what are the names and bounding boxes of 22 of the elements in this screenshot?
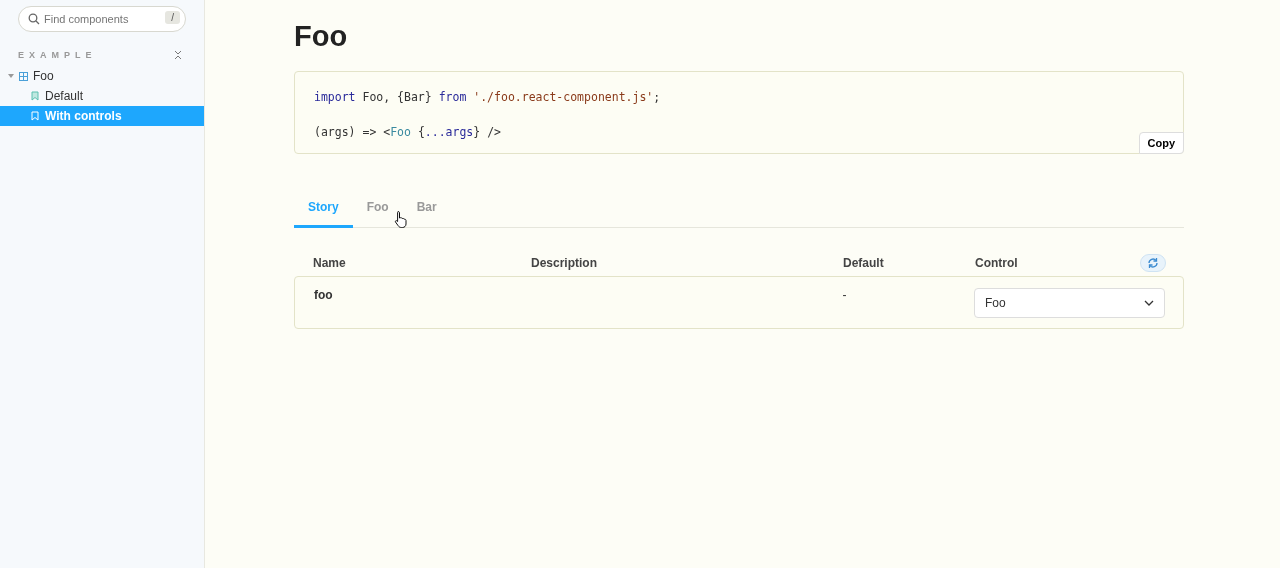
copy-button[interactable]: Copy xyxy=(1138,132,1184,154)
collapse-icon[interactable] xyxy=(174,50,182,60)
code-line: import Foo, {Bar} from './foo.react-component.js'; xyxy=(314,90,662,104)
hand-cursor-icon xyxy=(394,210,410,228)
column-header: Name xyxy=(313,256,347,270)
component-icon xyxy=(19,71,28,81)
section-title: EXAMPLE xyxy=(18,50,97,60)
code-line: (args) => <Foo {...args} /> xyxy=(314,125,502,139)
refresh-icon xyxy=(1147,257,1159,269)
chevron-down-icon xyxy=(1144,300,1154,306)
column-header: Control xyxy=(975,256,1019,270)
table-cell-text: foo xyxy=(314,288,334,302)
column-header: Default xyxy=(843,256,885,270)
tree-item[interactable]: Foo xyxy=(0,66,204,86)
search-icon xyxy=(28,13,40,25)
reset-button[interactable] xyxy=(1140,254,1166,272)
table-cell-text: - xyxy=(842,288,848,302)
story-item[interactable]: Default xyxy=(0,86,204,106)
page-title: Foo xyxy=(294,20,349,53)
select-dropdown[interactable]: Foo xyxy=(974,288,1165,318)
shortcut-key: / xyxy=(165,11,180,24)
column-header: Description xyxy=(531,256,598,270)
